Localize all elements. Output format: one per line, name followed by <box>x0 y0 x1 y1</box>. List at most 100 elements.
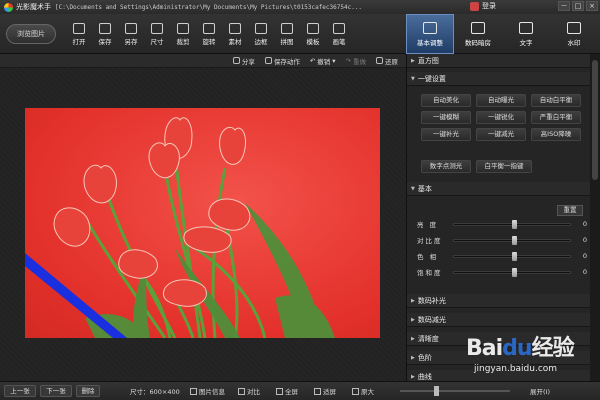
browse-images-button[interactable]: 浏览图片 <box>6 24 56 44</box>
section-label: 色阶 <box>417 353 432 362</box>
watermark-jingyan: 经验 <box>531 336 575 361</box>
one-click-button[interactable]: 高ISO降噪 <box>531 128 581 141</box>
collage-icon <box>281 22 293 34</box>
restore-button[interactable]: 还原 <box>376 56 398 66</box>
tool-save-button[interactable]: 保存 <box>92 16 118 52</box>
close-button[interactable]: × <box>586 1 598 11</box>
fullscreen-button[interactable]: 全屏 <box>276 386 298 396</box>
minimize-button[interactable]: － <box>558 1 570 11</box>
share-button[interactable]: 分享 <box>232 56 255 66</box>
rotate-icon <box>203 22 215 34</box>
fullscreen-icon <box>276 387 283 395</box>
one-click-button[interactable]: 自动曝光 <box>476 94 526 107</box>
expand-button[interactable]: 展开(I) <box>530 386 550 396</box>
tab-text[interactable]: 文字 <box>502 14 550 54</box>
image-info-button[interactable]: 图片信息 <box>190 386 225 396</box>
tool-template-button[interactable]: 模板 <box>300 16 326 52</box>
app-logo-icon <box>4 2 13 12</box>
baidu-jingyan-watermark: Baidu经验 jingyan.baidu.com <box>466 330 596 385</box>
tool-label: 边框 <box>254 37 268 46</box>
tool-collage-button[interactable]: 拼图 <box>274 16 300 52</box>
save-as-icon <box>125 22 137 34</box>
slider-track[interactable] <box>452 235 572 245</box>
slider-label: 亮 度 <box>417 221 439 229</box>
one-click-button[interactable]: 一键补光 <box>421 128 471 141</box>
material-icon <box>229 22 241 34</box>
tulip-photo[interactable] <box>25 108 380 338</box>
one-click-button[interactable]: 自动白平衡 <box>531 94 581 107</box>
watermark-bai: Bai <box>466 336 503 361</box>
save-action-button[interactable]: 保存动作 <box>264 56 300 66</box>
restore-label: 还原 <box>385 57 398 66</box>
one-click-button[interactable]: 一键锐化 <box>476 111 526 124</box>
undo-icon: ↶ <box>309 56 316 65</box>
chevron-right-icon: ▶ <box>411 335 415 342</box>
fit-screen-button[interactable]: 适屏 <box>314 386 336 396</box>
tab-camera[interactable]: 数码暗房 <box>454 14 502 54</box>
watermark-url: jingyan.baidu.com <box>474 364 558 374</box>
resize-icon <box>151 22 163 34</box>
tool-resize-button[interactable]: 尺寸 <box>144 16 170 52</box>
tool-material-button[interactable]: 素材 <box>222 16 248 52</box>
collapsed-section[interactable]: ▶ 数码减光 <box>407 313 591 327</box>
next-image-button[interactable]: 下一张 <box>40 385 72 397</box>
slider-track[interactable] <box>452 219 572 229</box>
toolbar-tools: 打开 保存 另存 尺寸 裁剪 旋转 素材 边框 拼图 模板 画笔 <box>66 16 352 52</box>
tool-brush-button[interactable]: 画笔 <box>326 16 352 52</box>
slider-knob[interactable] <box>511 267 517 277</box>
slider-value: 0 <box>582 268 587 276</box>
tool-label: 模板 <box>306 37 320 46</box>
white-balance-picker-button[interactable]: 白平衡一指键 <box>476 160 532 173</box>
histogram-section[interactable]: ▶ 直方图 <box>407 54 591 68</box>
chevron-right-icon: ▶ <box>411 297 415 304</box>
share-icon <box>232 57 240 64</box>
basic-section[interactable]: ▼ 基本 <box>407 182 591 196</box>
prev-image-button[interactable]: 上一张 <box>4 385 36 397</box>
slider-knob[interactable] <box>511 219 517 229</box>
one-click-button[interactable]: 一键减光 <box>476 128 526 141</box>
redo-button[interactable]: ↷ 重做 <box>346 56 366 66</box>
tool-crop-button[interactable]: 裁剪 <box>170 16 196 52</box>
border-icon <box>255 22 267 34</box>
slider-knob[interactable] <box>511 251 517 261</box>
tool-border-button[interactable]: 边框 <box>248 16 274 52</box>
maximize-button[interactable]: □ <box>572 1 584 11</box>
tool-open-button[interactable]: 打开 <box>66 16 92 52</box>
delete-button[interactable]: 删除 <box>76 385 100 397</box>
one-click-button[interactable]: 自动美化 <box>421 94 471 107</box>
zoom-slider-knob[interactable] <box>434 386 439 396</box>
digital-metering-button[interactable]: 数字点测光 <box>421 160 471 173</box>
one-click-button[interactable]: 一键模糊 <box>421 111 471 124</box>
reset-button[interactable]: 重置 <box>557 205 583 216</box>
redo-label: 重做 <box>353 57 366 66</box>
tab-label: 水印 <box>567 38 581 47</box>
slider-track[interactable] <box>452 251 572 261</box>
slider-track[interactable] <box>452 267 572 277</box>
tool-save-as-button[interactable]: 另存 <box>118 16 144 52</box>
basic-label: 基本 <box>417 184 432 193</box>
chevron-right-icon: ▶ <box>411 373 415 380</box>
one-click-button[interactable]: 严重白平衡 <box>531 111 581 124</box>
chevron-down-icon: ▼ <box>411 75 415 82</box>
compare-button[interactable]: 对比 <box>238 386 260 396</box>
slider-knob[interactable] <box>511 235 517 245</box>
main-toolbar: 浏览图片 打开 保存 另存 尺寸 裁剪 旋转 素材 边框 拼图 模板 画笔 基本调整 数码暗房 文字 水印 <box>0 14 600 54</box>
undo-button[interactable]: ↶ 撤销 ▾ <box>310 56 336 66</box>
image-size: 尺寸：600×400 <box>130 388 180 396</box>
tab-adjust[interactable]: 基本调整 <box>406 14 454 54</box>
scrollbar-thumb[interactable] <box>592 60 598 180</box>
zoom-slider[interactable] <box>400 390 510 392</box>
login-button[interactable]: 登录 <box>470 1 496 11</box>
watermark-icon <box>567 21 581 34</box>
tool-label: 画笔 <box>332 37 346 46</box>
collapsed-section[interactable]: ▶ 数码补光 <box>407 294 591 308</box>
slider-row: 饱和度 0 <box>417 266 587 278</box>
one-click-section[interactable]: ▼ 一键设置 <box>407 72 591 86</box>
tool-rotate-button[interactable]: 旋转 <box>196 16 222 52</box>
original-size-button[interactable]: 原大 <box>352 386 374 396</box>
slider-label: 色 相 <box>417 253 439 261</box>
original-size-icon <box>352 387 359 395</box>
tab-watermark[interactable]: 水印 <box>550 14 598 54</box>
panel-tabs: 基本调整 数码暗房 文字 水印 <box>406 14 598 54</box>
section-label: 曲线 <box>417 372 432 381</box>
